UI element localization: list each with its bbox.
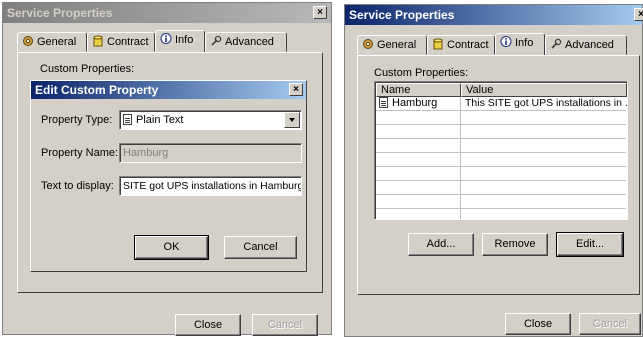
database-icon — [93, 35, 103, 47]
tab-info[interactable]: Info — [155, 30, 205, 52]
property-name-field: Hamburg — [119, 143, 302, 163]
cancel-button: Cancel — [579, 313, 641, 335]
tab-strip: General Contract Info Advanced — [17, 30, 317, 52]
column-header-name[interactable]: Name — [376, 83, 461, 97]
property-type-value: Plain Text — [136, 114, 184, 126]
tab-strip: General Contract Info Advanced — [357, 33, 643, 55]
table-row-empty — [376, 111, 626, 125]
title-bar[interactable]: Service Properties — [345, 5, 642, 25]
close-button[interactable]: Close — [505, 313, 571, 335]
tab-label: Contract — [447, 39, 489, 51]
row-name: Hamburg — [392, 97, 438, 109]
close-icon[interactable]: × — [289, 83, 303, 96]
column-header-value[interactable]: Value — [461, 83, 627, 97]
tab-label: Info — [175, 34, 194, 46]
tab-advanced[interactable]: Advanced — [545, 35, 627, 55]
wrench-icon — [551, 38, 562, 49]
chevron-down-icon[interactable] — [284, 112, 300, 128]
property-name-label: Property Name: — [41, 147, 119, 159]
dialog-title: Edit Custom Property — [35, 83, 159, 97]
edit-custom-property-dialog: Edit Custom Property × Property Type: Pl… — [30, 80, 307, 272]
tab-contract[interactable]: Contract — [87, 32, 155, 52]
window-title: Service Properties — [349, 8, 455, 22]
table-row-empty — [376, 195, 626, 209]
cancel-button[interactable]: Cancel — [224, 236, 297, 259]
close-button[interactable]: Close — [175, 314, 241, 336]
dialog-title-bar[interactable]: Edit Custom Property — [31, 81, 306, 99]
gear-icon — [23, 36, 33, 46]
table-row-empty — [376, 181, 626, 195]
custom-properties-table[interactable]: Name Value Hamburg This SITE got UPS ins… — [374, 81, 628, 220]
info-icon — [160, 33, 172, 44]
ok-button[interactable]: OK — [134, 235, 209, 260]
row-value: This SITE got UPS installations in ... — [465, 97, 628, 109]
property-type-label: Property Type: — [41, 114, 113, 126]
cancel-button: Cancel — [252, 314, 318, 336]
table-row-empty — [376, 125, 626, 139]
table-row-empty — [376, 153, 626, 167]
property-type-select[interactable]: Plain Text — [119, 110, 302, 130]
table-row[interactable]: Hamburg This SITE got UPS installations … — [376, 97, 628, 111]
info-icon — [500, 36, 512, 47]
text-to-display-input[interactable]: SITE got UPS installations in Hamburg — [119, 176, 302, 196]
tab-label: Contract — [107, 36, 149, 48]
tab-label: Info — [515, 37, 534, 49]
tab-advanced[interactable]: Advanced — [205, 32, 287, 52]
close-icon[interactable]: × — [634, 8, 643, 21]
custom-properties-label: Custom Properties: — [40, 63, 135, 75]
tab-label: General — [377, 39, 417, 51]
tab-label: Advanced — [565, 39, 614, 51]
info-panel: Custom Properties: Name Value Hamburg Th… — [357, 55, 640, 295]
tab-general[interactable]: General — [357, 35, 427, 55]
edit-button[interactable]: Edit... — [556, 232, 624, 257]
table-row-empty — [376, 167, 626, 181]
add-button[interactable]: Add... — [408, 233, 474, 256]
text-to-display-label: Text to display: — [41, 180, 114, 192]
custom-properties-label: Custom Properties: — [374, 67, 469, 79]
tab-general[interactable]: General — [17, 32, 87, 52]
document-icon — [379, 97, 388, 108]
document-icon — [123, 114, 132, 125]
table-row-empty — [376, 139, 626, 153]
tab-info[interactable]: Info — [495, 33, 545, 55]
database-icon — [433, 38, 443, 50]
wrench-icon — [211, 35, 222, 46]
title-bar[interactable]: Service Properties — [3, 3, 331, 23]
tab-label: Advanced — [225, 36, 274, 48]
window-title: Service Properties — [7, 6, 113, 20]
service-properties-window-right: Service Properties × General Contract In… — [344, 4, 643, 337]
close-icon[interactable]: × — [313, 6, 327, 19]
gear-icon — [363, 39, 373, 49]
tab-contract[interactable]: Contract — [427, 35, 495, 55]
remove-button[interactable]: Remove — [482, 233, 548, 256]
tab-label: General — [37, 36, 77, 48]
